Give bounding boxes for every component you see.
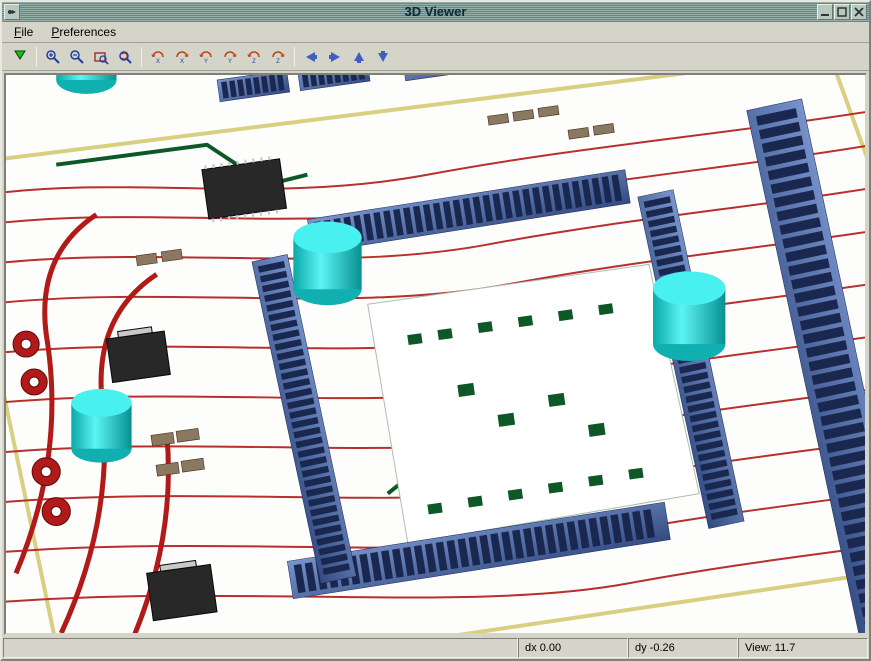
rotate-z-pos-button[interactable]: Z — [267, 46, 289, 68]
rotate-y-pos-button[interactable]: Y — [219, 46, 241, 68]
zoom-fit-button[interactable] — [90, 46, 112, 68]
svg-text:X: X — [180, 59, 184, 65]
rotate-z-neg-button[interactable]: Z — [243, 46, 265, 68]
maximize-button[interactable] — [834, 4, 850, 20]
close-button[interactable] — [851, 4, 867, 20]
move-left-button[interactable] — [300, 46, 322, 68]
status-dy: dy -0.26 — [628, 638, 738, 658]
3d-viewport[interactable] — [4, 73, 867, 635]
svg-text:X: X — [156, 59, 160, 65]
app-window: 3D Viewer File Preferences — [0, 0, 871, 661]
title-bar[interactable]: 3D Viewer — [2, 2, 869, 22]
svg-text:Y: Y — [204, 59, 208, 65]
rotate-x-neg-button[interactable]: X — [147, 46, 169, 68]
menu-preferences[interactable]: Preferences — [43, 23, 124, 41]
reload-button[interactable] — [9, 46, 31, 68]
status-spacer — [3, 638, 518, 658]
rotate-x-pos-button[interactable]: X — [171, 46, 193, 68]
move-down-button[interactable] — [372, 46, 394, 68]
zoom-in-button[interactable] — [42, 46, 64, 68]
menu-file[interactable]: File — [6, 23, 41, 41]
status-bar: dx 0.00 dy -0.26 View: 11.7 — [2, 637, 869, 659]
toolbar: X X Y Y Z Z — [2, 43, 869, 71]
window-title: 3D Viewer — [2, 4, 869, 19]
svg-text:Z: Z — [276, 59, 280, 65]
redraw-button[interactable] — [114, 46, 136, 68]
menu-bar: File Preferences — [2, 22, 869, 44]
status-view: View: 11.7 — [738, 638, 868, 658]
svg-text:Y: Y — [228, 59, 232, 65]
svg-text:Z: Z — [252, 59, 256, 65]
move-right-button[interactable] — [324, 46, 346, 68]
toolbar-separator — [294, 47, 295, 67]
toolbar-separator — [36, 47, 37, 67]
status-dx: dx 0.00 — [518, 638, 628, 658]
move-up-button[interactable] — [348, 46, 370, 68]
zoom-out-button[interactable] — [66, 46, 88, 68]
minimize-button[interactable] — [817, 4, 833, 20]
window-menu-btn[interactable] — [4, 4, 20, 20]
rotate-y-neg-button[interactable]: Y — [195, 46, 217, 68]
toolbar-separator — [141, 47, 142, 67]
